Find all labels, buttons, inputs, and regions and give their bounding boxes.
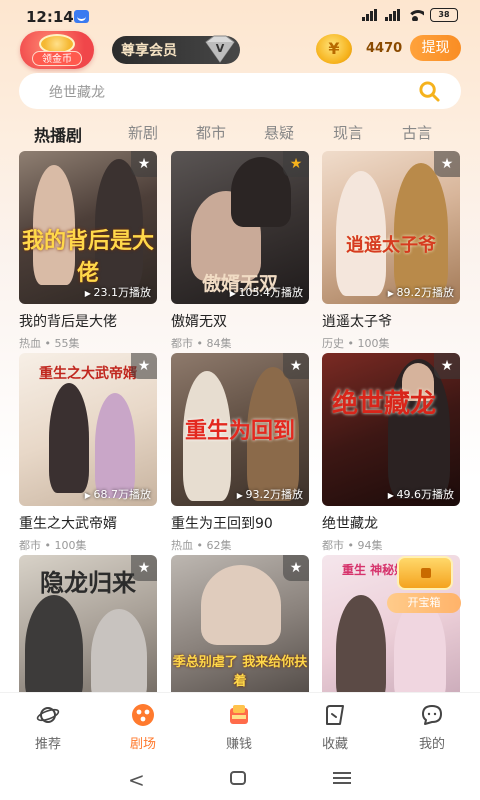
category-tabs: 热播剧 新剧 都市 悬疑 现言 古言	[0, 122, 480, 146]
signal-icon	[360, 9, 377, 21]
favorite-star-icon[interactable]: ★	[283, 353, 309, 379]
drama-card[interactable]: 绝世藏龙 ★ 49.6万播放 绝世藏龙 都市 • 94集	[322, 353, 460, 553]
coin-count: 4470	[366, 41, 403, 56]
drama-title[interactable]: 傲婿无双	[171, 311, 309, 331]
tab-suspense[interactable]: 悬疑	[264, 122, 294, 143]
drama-poster[interactable]: 逍遥太子爷 ★ 89.2万播放	[322, 151, 460, 304]
chat-bubble-icon	[422, 705, 442, 725]
favorite-star-icon[interactable]: ★	[131, 353, 157, 379]
coin-icon: ¥	[316, 34, 352, 64]
drama-card[interactable]: 我的背后是大佬 ★ 23.1万播放 我的背后是大佬 热血 • 55集	[19, 151, 157, 351]
drama-card[interactable]: 逍遥太子爷 ★ 89.2万播放 逍遥太子爷 历史 • 100集	[322, 151, 460, 351]
nav-profile[interactable]: 我的	[392, 693, 472, 759]
film-reel-icon	[132, 704, 154, 726]
bottom-nav: 推荐 剧场 赚钱 收藏 我的	[0, 692, 480, 758]
drama-card[interactable]: 隐龙归来 ★	[19, 555, 157, 708]
signal-icon-2	[383, 9, 400, 21]
poster-title: 我的背后是大佬	[21, 228, 154, 286]
svg-text:V: V	[216, 42, 225, 55]
treasure-chest-button[interactable]: 开宝箱	[387, 556, 467, 616]
poster-title: 逍遥太子爷	[346, 235, 436, 256]
tab-urban[interactable]: 都市	[196, 122, 226, 143]
play-count: 105.4万播放	[230, 284, 304, 300]
drama-card[interactable]: 季总别虐了 我来给你扶着 ★	[171, 555, 309, 708]
treasure-chest-icon	[397, 556, 453, 590]
tab-hot[interactable]: 热播剧	[34, 122, 82, 146]
drama-poster[interactable]: 我的背后是大佬 ★ 23.1万播放	[19, 151, 157, 304]
play-count: 23.1万播放	[85, 284, 152, 300]
home-icon[interactable]	[230, 771, 246, 785]
status-time: 12:14	[26, 8, 74, 26]
menu-icon[interactable]	[333, 772, 351, 784]
vip-membership-button[interactable]: 尊享会员 V	[112, 35, 240, 64]
nav-label: 收藏	[321, 737, 348, 752]
tab-ancient-romance[interactable]: 古言	[402, 122, 432, 143]
drama-poster[interactable]: 季总别虐了 我来给你扶着 ★	[171, 555, 309, 708]
notification-app-icon	[74, 10, 89, 23]
drama-meta: 都市 • 94集	[322, 539, 383, 552]
favorite-star-icon[interactable]: ★	[131, 151, 157, 177]
nav-theater[interactable]: 剧场	[103, 693, 183, 759]
planet-icon	[36, 707, 60, 723]
withdraw-button[interactable]: 提现	[410, 35, 461, 61]
favorite-star-icon[interactable]: ★	[434, 151, 460, 177]
drama-card[interactable]: 重生之大武帝婿 ★ 68.7万播放 重生之大武帝婿 都市 • 100集	[19, 353, 157, 553]
poster-title: 绝世藏龙	[332, 389, 437, 419]
drama-meta: 历史 • 100集	[322, 337, 390, 350]
drama-card[interactable]: 重生为回到 ★ 93.2万播放 重生为王回到90 热血 • 62集	[171, 353, 309, 553]
drama-title[interactable]: 重生为王回到90	[171, 513, 309, 533]
drama-poster[interactable]: 隐龙归来 ★	[19, 555, 157, 708]
search-bar[interactable]: 绝世藏龙	[19, 73, 461, 109]
nav-earn[interactable]: 赚钱	[199, 693, 279, 759]
favorite-star-icon[interactable]: ★	[283, 151, 309, 177]
search-icon[interactable]	[418, 80, 441, 103]
vip-diamond-icon: V	[205, 35, 235, 63]
vip-label: 尊享会员	[121, 43, 177, 59]
bookmark-icon	[326, 705, 344, 725]
drama-meta: 都市 • 100集	[19, 539, 87, 552]
play-count: 49.6万播放	[388, 486, 455, 502]
status-bar: 12:14 38	[0, 0, 480, 32]
favorite-star-icon[interactable]: ★	[434, 353, 460, 379]
favorite-star-icon[interactable]: ★	[283, 555, 309, 581]
play-count: 68.7万播放	[85, 486, 152, 502]
battery-icon: 38	[430, 8, 458, 22]
gift-money-icon	[230, 705, 248, 724]
drama-meta: 都市 • 84集	[171, 337, 232, 350]
drama-title[interactable]: 逍遥太子爷	[322, 311, 460, 331]
poster-title: 重生为回到	[184, 418, 295, 444]
treasure-label: 开宝箱	[387, 593, 461, 613]
drama-poster[interactable]: 重生之大武帝婿 ★ 68.7万播放	[19, 353, 157, 506]
nav-label: 赚钱	[225, 737, 252, 752]
drama-card[interactable]: 傲婿无双 ★ 105.4万播放 傲婿无双 都市 • 84集	[171, 151, 309, 351]
drama-poster[interactable]: 傲婿无双 ★ 105.4万播放	[171, 151, 309, 304]
status-icons: 38	[360, 8, 458, 22]
drama-meta: 热血 • 62集	[171, 539, 232, 552]
nav-recommend[interactable]: 推荐	[8, 693, 88, 759]
play-count: 93.2万播放	[237, 486, 304, 502]
drama-title[interactable]: 我的背后是大佬	[19, 311, 157, 331]
gold-badge-label: 领金币	[32, 51, 82, 66]
drama-title[interactable]: 重生之大武帝婿	[19, 513, 157, 533]
poster-title: 季总别虐了 我来给你扶着	[172, 655, 308, 689]
favorite-star-icon[interactable]: ★	[131, 555, 157, 581]
play-count: 89.2万播放	[388, 284, 455, 300]
nav-label: 剧场	[129, 737, 156, 752]
wifi-icon	[406, 9, 424, 21]
nav-label: 我的	[418, 737, 445, 752]
search-input[interactable]: 绝世藏龙	[49, 82, 105, 102]
nav-label: 推荐	[34, 737, 61, 752]
drama-poster[interactable]: 重生为回到 ★ 93.2万播放	[171, 353, 309, 506]
tab-new[interactable]: 新剧	[128, 122, 158, 143]
system-nav-bar: <	[0, 758, 480, 800]
gold-coin-badge[interactable]: 领金币	[20, 31, 94, 69]
drama-title[interactable]: 绝世藏龙	[322, 513, 460, 533]
drama-meta: 热血 • 55集	[19, 337, 80, 350]
drama-poster[interactable]: 绝世藏龙 ★ 49.6万播放	[322, 353, 460, 506]
back-icon[interactable]: <	[128, 768, 145, 792]
tab-modern-romance[interactable]: 现言	[333, 122, 363, 143]
nav-favorites[interactable]: 收藏	[295, 693, 375, 759]
